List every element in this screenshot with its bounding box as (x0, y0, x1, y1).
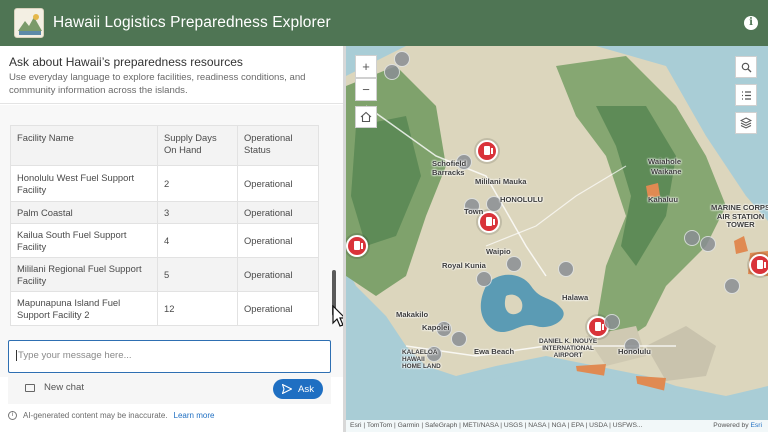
search-button[interactable] (735, 56, 757, 78)
facility-table: Facility Name Supply Days On Hand Operat… (10, 125, 319, 326)
map-label-honolulu-city: Honolulu (618, 347, 651, 356)
send-icon (282, 384, 292, 394)
ask-label: Ask (298, 383, 314, 395)
facility-cluster-marker[interactable] (604, 314, 620, 330)
map-label-town: Town (464, 207, 484, 216)
ai-disclaimer: i AI-generated content may be inaccurate… (8, 411, 214, 420)
ask-button[interactable]: Ask (273, 379, 323, 399)
map-attribution: Esri | TomTom | Garmin | SafeGraph | MET… (346, 420, 768, 432)
map-view[interactable]: Schofield Barracks Mililani Mauka Town H… (346, 46, 768, 432)
facility-cluster-marker[interactable] (558, 261, 574, 277)
text-caret (16, 350, 17, 361)
list-icon (741, 90, 751, 100)
table-row: Mililani Regional Fuel Support Facility … (10, 257, 319, 292)
map-label-airport: DANIEL K. INOUYE INTERNATIONAL AIRPORT (539, 338, 598, 359)
map-label-kalaeloa: KALAELOA HAWAII HOME LAND (402, 349, 441, 370)
map-label-mililani: Mililani Mauka (475, 177, 527, 186)
app-title: Hawaii Logistics Preparedness Explorer (53, 14, 331, 31)
panel-header: Ask about Hawaii’s preparedness resource… (0, 46, 343, 104)
cell-supply-days: 12 (157, 291, 238, 326)
map-label-waiahole: Waiahole (648, 157, 682, 166)
chat-bubble-icon (25, 383, 35, 392)
facility-cluster-marker[interactable] (700, 236, 716, 252)
map-label-waikane: Waikane (651, 167, 682, 176)
facility-cluster-marker[interactable] (684, 230, 700, 246)
search-icon (741, 62, 751, 72)
cell-facility-name: Mililani Regional Fuel Support Facility (10, 257, 158, 292)
table-row: Kailua South Fuel Support Facility 4 Ope… (10, 223, 319, 258)
map-label-kapolei: Kapolei (422, 323, 450, 332)
esri-link[interactable]: Esri (750, 422, 762, 429)
home-icon (360, 111, 372, 123)
fuel-facility-marker[interactable] (749, 254, 768, 276)
cell-facility-name: Mapunapuna Island Fuel Support Facility … (10, 291, 158, 326)
map-label-marine-corps: MARINE CORPS AIR STATION TOWER (711, 203, 768, 229)
column-header-supply-days: Supply Days On Hand (157, 125, 238, 166)
map-label-honolulu-district: HONOLULU (500, 195, 544, 204)
layers-button[interactable] (735, 112, 757, 134)
new-chat-label: New chat (44, 382, 84, 393)
new-chat-button[interactable]: New chat (25, 382, 84, 393)
disclaimer-text: AI-generated content may be inaccurate. (23, 411, 168, 420)
facility-cluster-marker[interactable] (724, 278, 740, 294)
powered-by-label: Powered by (713, 422, 749, 429)
zoom-out-button[interactable]: − (355, 78, 377, 101)
attribution-text: Esri | TomTom | Garmin | SafeGraph | MET… (350, 422, 643, 429)
cell-supply-days: 5 (157, 257, 238, 292)
fuel-facility-marker[interactable] (346, 235, 368, 257)
panel-subtitle: Use everyday language to explore facilit… (9, 72, 306, 96)
table-row: Palm Coastal 3 Operational (10, 201, 319, 224)
table-row: Honolulu West Fuel Support Facility 2 Op… (10, 165, 319, 202)
zoom-in-button[interactable]: + (355, 55, 377, 78)
home-button[interactable] (355, 106, 377, 128)
map-label-halawa: Halawa (562, 293, 589, 302)
table-header-row: Facility Name Supply Days On Hand Operat… (10, 125, 319, 166)
cell-operational-status: Operational (237, 201, 319, 224)
table-row: Mapunapuna Island Fuel Support Facility … (10, 291, 319, 326)
learn-more-link[interactable]: Learn more (174, 411, 215, 420)
facility-cluster-marker[interactable] (506, 256, 522, 272)
map-label-ewa-beach: Ewa Beach (474, 347, 515, 356)
cell-supply-days: 4 (157, 223, 238, 258)
fuel-facility-marker[interactable] (476, 140, 498, 162)
map-label-schofield: Schofield Barracks (432, 159, 467, 177)
column-header-facility-name: Facility Name (10, 125, 158, 166)
layers-icon (740, 117, 752, 129)
panel-title: Ask about Hawaii’s preparedness resource… (9, 55, 243, 69)
cell-operational-status: Operational (237, 257, 319, 292)
cell-supply-days: 2 (157, 165, 238, 202)
app-logo (14, 8, 44, 38)
cell-facility-name: Honolulu West Fuel Support Facility (10, 165, 158, 202)
info-icon[interactable]: i (744, 16, 758, 30)
cell-supply-days: 3 (157, 201, 238, 224)
cell-operational-status: Operational (237, 165, 319, 202)
message-input[interactable]: Type your message here... (8, 340, 331, 373)
map-label-royal-kunia: Royal Kunia (442, 261, 486, 270)
cell-operational-status: Operational (237, 291, 319, 326)
cell-facility-name: Kailua South Fuel Support Facility (10, 223, 158, 258)
map-label-kahaluu: Kahaluu (648, 195, 678, 204)
cell-operational-status: Operational (237, 223, 319, 258)
app-header: Hawaii Logistics Preparedness Explorer i (0, 0, 768, 46)
chat-scroll-area[interactable]: Facility Name Supply Days On Hand Operat… (0, 105, 343, 377)
message-input-placeholder: Type your message here... (18, 350, 132, 362)
column-header-operational-status: Operational Status (237, 125, 319, 166)
powered-by: Powered by Esri (713, 422, 762, 429)
map-label-waipio: Waipio (486, 247, 511, 256)
legend-button[interactable] (735, 84, 757, 106)
chat-actions-bar: New chat Ask (8, 374, 331, 404)
facility-cluster-marker[interactable] (384, 64, 400, 80)
facility-cluster-marker[interactable] (451, 331, 467, 347)
cell-facility-name: Palm Coastal (10, 201, 158, 224)
facility-cluster-marker[interactable] (476, 271, 492, 287)
info-circle-icon: i (8, 411, 17, 420)
map-label-makakilo: Makakilo (396, 310, 429, 319)
